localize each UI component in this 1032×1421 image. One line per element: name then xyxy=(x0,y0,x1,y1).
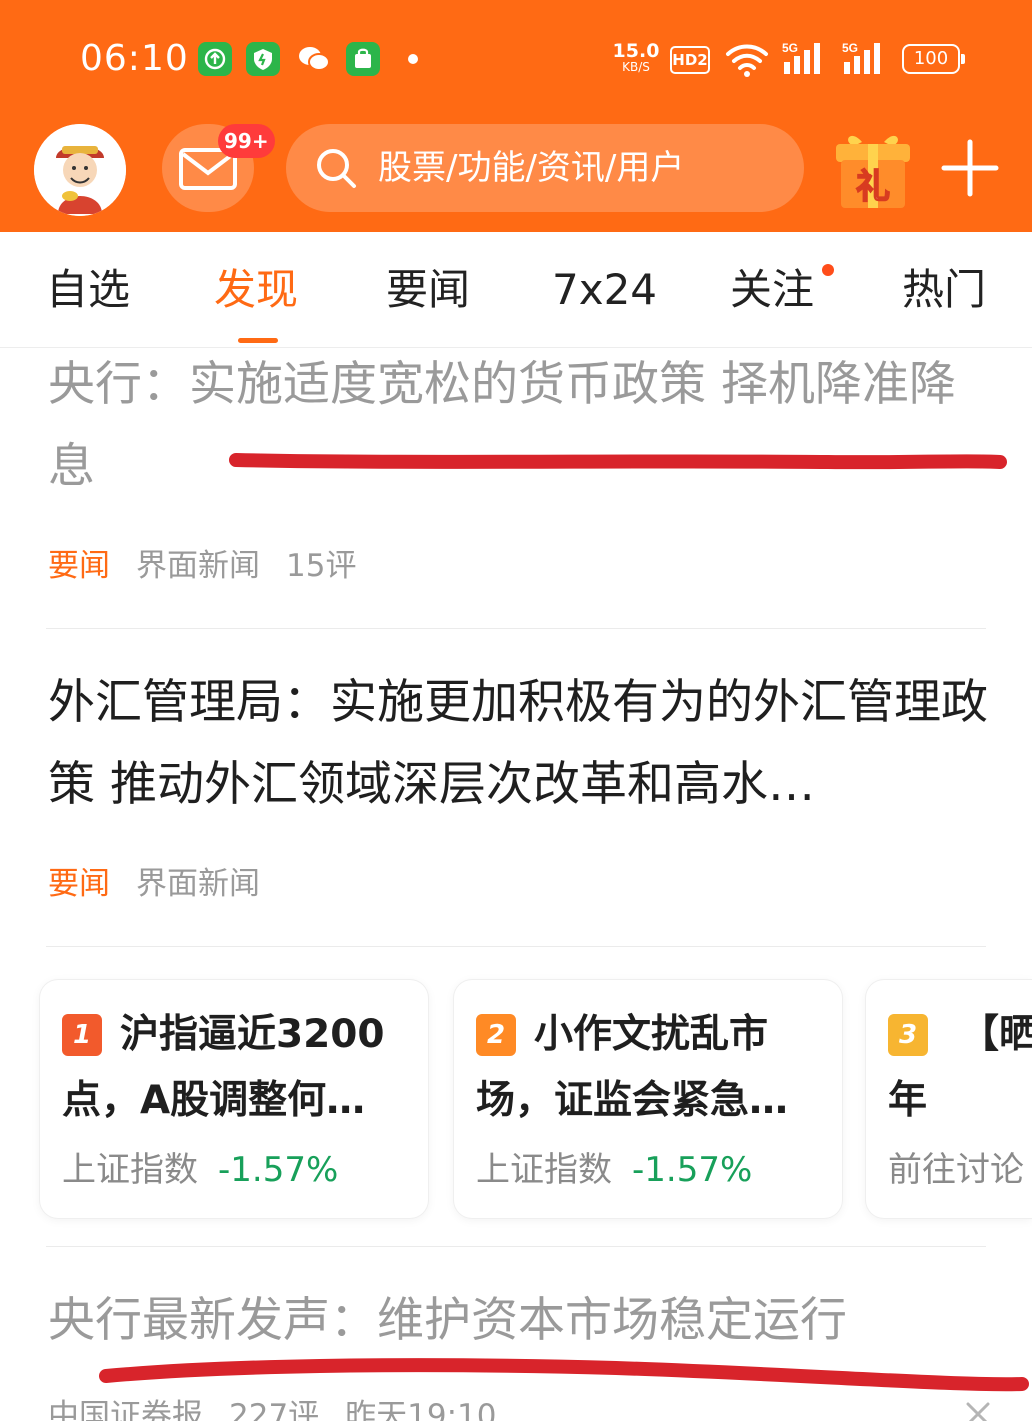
discuss-link: 前往讨论 xyxy=(888,1150,1024,1190)
tab-bar: 自选 发现 要闻 7x24 关注 热门 xyxy=(0,232,1032,348)
gift-button[interactable]: 礼 xyxy=(832,122,914,212)
news-source: 界面新闻 xyxy=(136,866,260,902)
news-meta: 中国证券报 227评 昨天19:10 xyxy=(48,1396,523,1421)
net-speed: 15.0 KB/S xyxy=(612,40,660,75)
battery-icon: 100 xyxy=(902,44,965,74)
card-title: 沪指逼近3200点，A股调整何… xyxy=(62,1012,385,1123)
tab-7x24[interactable]: 7x24 xyxy=(552,262,657,318)
svg-text:5G: 5G xyxy=(842,41,858,55)
card-footer: 上证指数 -1.57% xyxy=(476,1148,752,1192)
news-comment-count: 227评 xyxy=(229,1398,320,1421)
shopping-bag-icon xyxy=(346,42,380,76)
hot-topic-card[interactable]: 1 沪指逼近3200点，A股调整何… 上证指数 -1.57% xyxy=(40,980,428,1218)
search-placeholder: 股票/功能/资讯/用户 xyxy=(378,148,685,188)
upload-icon xyxy=(198,42,232,76)
gift-icon: 礼 xyxy=(836,135,910,208)
card-title: 小作文扰乱市场，证监会紧急… xyxy=(476,1012,789,1123)
hot-topic-card[interactable]: 3 【晒2024年 前往讨论 xyxy=(866,980,1032,1218)
feed-divider xyxy=(46,628,986,629)
search-bar[interactable]: 股票/功能/资讯/用户 xyxy=(286,124,804,212)
mail-unread-badge: 99+ xyxy=(218,124,275,158)
search-icon xyxy=(317,149,356,188)
news-source: 中国证券报 xyxy=(48,1398,203,1421)
news-comment-count: 15评 xyxy=(286,548,357,584)
card-footer: 上证指数 -1.57% xyxy=(62,1148,338,1192)
hot-topic-card[interactable]: 2 小作文扰乱市场，证监会紧急… 上证指数 -1.57% xyxy=(454,980,842,1218)
news-title[interactable]: 央行：实施适度宽松的货币政策 择机降准降息 xyxy=(48,344,988,508)
index-change: -1.57% xyxy=(218,1150,339,1190)
tab-following[interactable]: 关注 xyxy=(730,262,814,318)
card-footer: 前往讨论 xyxy=(888,1148,1024,1192)
index-name: 上证指数 xyxy=(62,1150,198,1190)
status-bar: 06:10 15.0 KB/S HD2 5G 5G 100 xyxy=(0,0,1032,120)
tab-watchlist[interactable]: 自选 xyxy=(46,262,130,318)
more-notifications-dot xyxy=(408,54,418,64)
index-change: -1.57% xyxy=(632,1150,753,1190)
svg-text:5G: 5G xyxy=(782,41,798,55)
tab-trending[interactable]: 热门 xyxy=(902,262,986,318)
news-source: 界面新闻 xyxy=(136,548,260,584)
news-title[interactable]: 央行最新发声：维护资本市场稳定运行 xyxy=(48,1280,988,1362)
wifi-icon xyxy=(726,44,768,77)
news-tag: 要闻 xyxy=(48,866,110,902)
top-header: 06:10 15.0 KB/S HD2 5G 5G 100 99+ 股票/功能/… xyxy=(0,0,1032,232)
signal-icon: 5G xyxy=(782,40,830,80)
tab-discover[interactable]: 发现 xyxy=(214,262,298,318)
shield-icon xyxy=(246,42,280,76)
following-unread-dot xyxy=(822,264,834,276)
wechat-icon xyxy=(296,42,330,76)
feed-divider xyxy=(46,1246,986,1247)
status-time: 06:10 xyxy=(80,38,189,79)
news-meta: 要闻 界面新闻 xyxy=(48,864,286,904)
user-avatar[interactable] xyxy=(34,124,126,216)
index-name: 上证指数 xyxy=(476,1150,612,1190)
card-title: 【晒2024年 xyxy=(888,1012,1032,1123)
news-tag: 要闻 xyxy=(48,548,110,584)
news-time: 昨天19:10 xyxy=(345,1398,497,1421)
signal-icon: 5G xyxy=(842,40,890,80)
news-meta: 要闻 界面新闻 15评 xyxy=(48,546,382,586)
svg-text:礼: 礼 xyxy=(856,167,890,207)
close-icon[interactable] xyxy=(958,1398,998,1421)
tab-headlines[interactable]: 要闻 xyxy=(386,262,470,318)
active-tab-indicator xyxy=(238,338,278,343)
feed-divider xyxy=(46,946,986,947)
news-title[interactable]: 外汇管理局：实施更加积极有为的外汇管理政策 推动外汇领域深层次改革和高水… xyxy=(48,662,988,826)
hd-icon: HD2 xyxy=(670,46,710,74)
plus-icon[interactable] xyxy=(940,138,1000,198)
